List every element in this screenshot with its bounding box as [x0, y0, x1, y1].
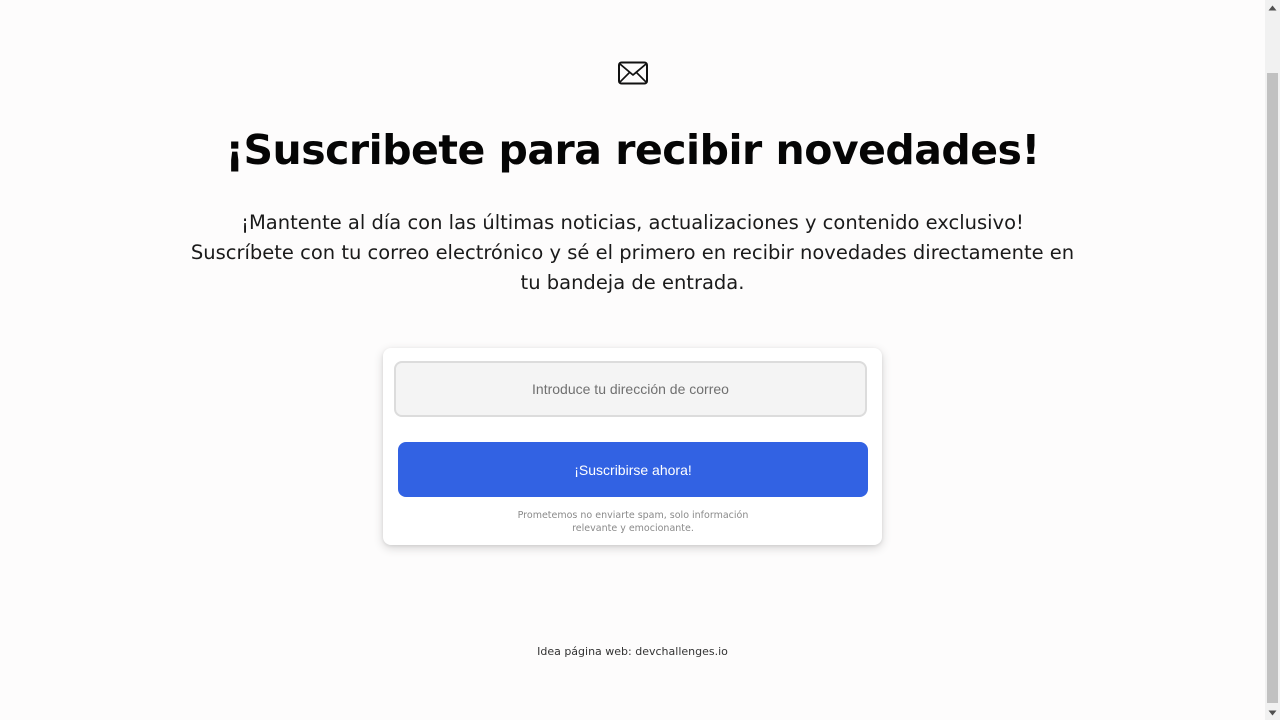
intro-text: ¡Mantente al día con las últimas noticia…: [190, 211, 1075, 294]
vertical-scrollbar[interactable]: [1265, 0, 1280, 720]
page-title: ¡Suscribete para recibir novedades!: [225, 126, 1040, 174]
footer-credit-label: Idea página web:: [537, 645, 636, 658]
subscribe-button[interactable]: ¡Suscribirse ahora!: [398, 442, 868, 497]
footer-link-devchallenges[interactable]: devchallenges.io: [635, 645, 728, 658]
email-input[interactable]: [394, 361, 867, 417]
scroll-up-arrow-icon[interactable]: [1265, 0, 1280, 15]
footer: Idea página web: devchallenges.io: [0, 645, 1265, 658]
subscribe-card: ¡Suscribirse ahora! Prometemos no enviar…: [383, 348, 882, 545]
scrollbar-thumb[interactable]: [1267, 73, 1278, 703]
page: ¡Suscribete para recibir novedades! ¡Man…: [0, 0, 1265, 720]
scroll-down-arrow-icon[interactable]: [1265, 705, 1280, 720]
envelope-icon: [618, 61, 648, 85]
no-spam-disclaimer: Prometemos no enviarte spam, solo inform…: [517, 510, 749, 534]
